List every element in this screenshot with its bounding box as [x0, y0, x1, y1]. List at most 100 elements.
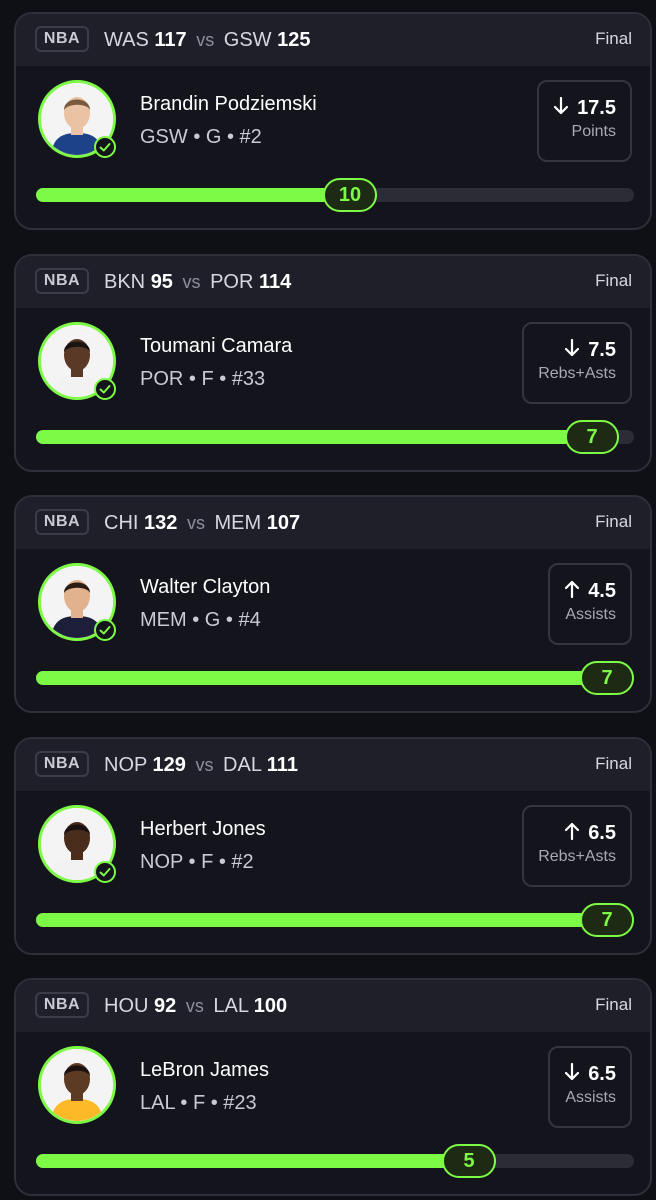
stat-category: Assists: [565, 1089, 616, 1106]
player-name: Toumani Camara: [140, 335, 293, 357]
game-matchup: WAS 117 vs GSW 125: [104, 27, 311, 53]
vs-label: vs: [185, 996, 204, 1016]
result-marker: 7: [580, 661, 634, 695]
player-name: Brandin Podziemski: [140, 93, 317, 115]
stat-line-value: 7.5: [588, 339, 616, 361]
check-circle-icon: [94, 619, 116, 641]
home-team: MEM: [214, 512, 262, 534]
card-header: NBA NOP 129 vs DAL 111 Final: [16, 739, 650, 791]
stat-line-box: 6.5 Rebs+Asts: [522, 805, 632, 887]
player-name: Walter Clayton: [140, 576, 271, 598]
arrow-down-icon: [565, 338, 580, 357]
player-meta: MEM • G • #4: [140, 609, 261, 631]
card-header: NBA BKN 95 vs POR 114 Final: [16, 256, 650, 308]
away-team: WAS: [104, 29, 149, 51]
progress-fill: [36, 671, 634, 685]
vs-label: vs: [195, 755, 214, 775]
player-meta: POR • F • #33: [140, 368, 266, 390]
arrow-up-icon: [565, 580, 580, 599]
check-circle-icon: [94, 378, 116, 400]
pick-card[interactable]: NBA HOU 92 vs LAL 100 Final LeBron James…: [14, 978, 652, 1196]
away-team: BKN: [104, 271, 146, 293]
progress-fill: [36, 430, 619, 444]
stat-category: Points: [571, 123, 616, 140]
league-badge: NBA: [35, 992, 89, 1018]
result-marker: 7: [565, 420, 619, 454]
stat-line-value: 6.5: [588, 822, 616, 844]
pick-card[interactable]: NBA BKN 95 vs POR 114 Final Toumani Cama…: [14, 254, 652, 472]
pick-results-list: NBA WAS 117 vs GSW 125 Final Brandin Pod…: [0, 0, 656, 1200]
home-team: GSW: [223, 29, 272, 51]
game-status: Final: [595, 512, 632, 531]
game-matchup: HOU 92 vs LAL 100: [104, 993, 287, 1019]
result-marker: 5: [442, 1144, 496, 1178]
player-meta: NOP • F • #2: [140, 851, 254, 873]
stat-line: 17.5: [553, 96, 616, 120]
stat-line: 7.5: [538, 338, 616, 362]
game-status: Final: [595, 29, 632, 48]
player-name: LeBron James: [140, 1059, 269, 1081]
stat-category: Assists: [565, 606, 616, 623]
progress-track: [36, 1154, 634, 1168]
card-header: NBA CHI 132 vs MEM 107 Final: [16, 497, 650, 549]
game-status: Final: [595, 271, 632, 290]
card-header: NBA HOU 92 vs LAL 100 Final: [16, 980, 650, 1032]
away-team: HOU: [104, 995, 149, 1017]
away-team: CHI: [104, 512, 139, 534]
pick-card[interactable]: NBA WAS 117 vs GSW 125 Final Brandin Pod…: [14, 12, 652, 230]
player-meta: GSW • G • #2: [140, 126, 262, 148]
player-avatar: [38, 1046, 116, 1124]
away-team: NOP: [104, 754, 147, 776]
stat-line: 6.5: [538, 821, 616, 845]
home-team: LAL: [213, 995, 249, 1017]
stat-category: Rebs+Asts: [538, 365, 616, 382]
away-score: 117: [154, 29, 187, 51]
away-score: 92: [154, 995, 177, 1017]
home-score: 114: [258, 271, 292, 293]
league-badge: NBA: [35, 751, 89, 777]
stat-line-value: 6.5: [588, 1063, 616, 1085]
stat-category: Rebs+Asts: [538, 848, 616, 865]
progress-track: [36, 913, 634, 927]
game-status: Final: [595, 754, 632, 773]
stat-line-box: 6.5 Assists: [548, 1046, 632, 1128]
vs-label: vs: [196, 30, 215, 50]
player-name: Herbert Jones: [140, 818, 266, 840]
arrow-down-icon: [553, 96, 569, 115]
away-score: 95: [150, 271, 173, 293]
stat-line-box: 4.5 Assists: [548, 563, 632, 645]
progress-track: [36, 671, 634, 685]
pick-card[interactable]: NBA CHI 132 vs MEM 107 Final Walter Clay…: [14, 495, 652, 713]
game-status: Final: [595, 995, 632, 1014]
league-badge: NBA: [35, 509, 89, 535]
home-team: POR: [210, 271, 254, 293]
result-marker: 7: [580, 903, 634, 937]
home-score: 107: [266, 512, 301, 534]
pick-card[interactable]: NBA NOP 129 vs DAL 111 Final Herbert Jon…: [14, 737, 652, 955]
stat-line: 6.5: [564, 1062, 616, 1086]
stat-line-value: 17.5: [577, 97, 616, 119]
home-team: DAL: [223, 754, 262, 776]
home-score: 100: [253, 995, 288, 1017]
away-score: 129: [152, 754, 186, 776]
vs-label: vs: [182, 272, 201, 292]
progress-fill: [36, 913, 634, 927]
stat-line: 4.5: [564, 579, 616, 603]
game-matchup: BKN 95 vs POR 114: [104, 269, 291, 295]
vs-label: vs: [186, 513, 205, 533]
stat-line-box: 17.5 Points: [537, 80, 632, 162]
check-circle-icon: [94, 136, 116, 158]
league-badge: NBA: [35, 268, 89, 294]
player-meta: LAL • F • #23: [140, 1092, 257, 1114]
progress-fill: [36, 1154, 496, 1168]
progress-track: [36, 430, 634, 444]
stat-line-box: 7.5 Rebs+Asts: [522, 322, 632, 404]
game-matchup: CHI 132 vs MEM 107: [104, 510, 300, 536]
result-marker: 10: [323, 178, 377, 212]
card-header: NBA WAS 117 vs GSW 125 Final: [16, 14, 650, 66]
arrow-down-icon: [565, 1062, 580, 1081]
home-score: 111: [266, 754, 298, 776]
arrow-up-icon: [565, 822, 580, 841]
stat-line-value: 4.5: [588, 580, 616, 602]
home-score: 125: [277, 29, 311, 51]
